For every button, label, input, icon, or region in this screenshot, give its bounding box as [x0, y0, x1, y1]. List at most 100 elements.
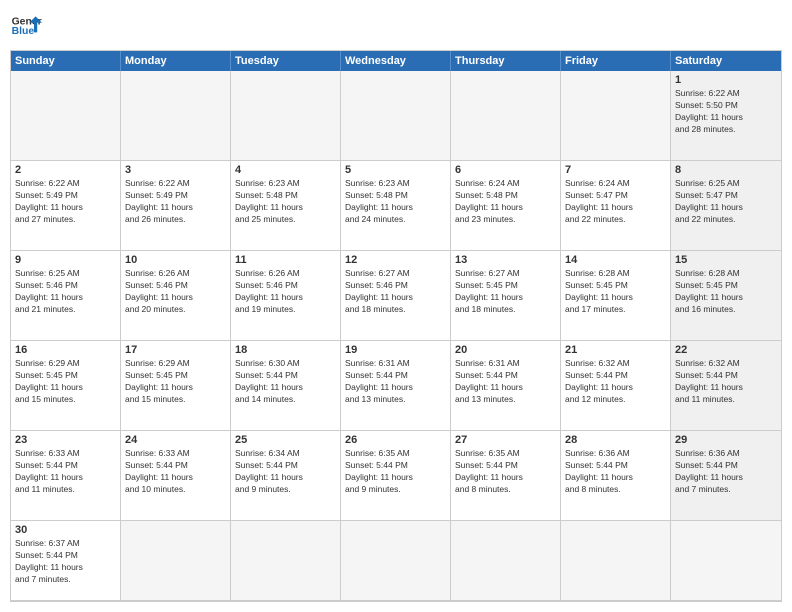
calendar-cell: 21 Sunrise: 6:32 AM Sunset: 5:44 PM Dayli… [561, 341, 671, 431]
cell-info: Sunrise: 6:24 AM Sunset: 5:48 PM Dayligh… [455, 178, 556, 226]
day-header-friday: Friday [561, 51, 671, 71]
calendar-cell: 17Sunrise: 6:29 AM Sunset: 5:45 PM Dayli… [121, 341, 231, 431]
cell-info: Sunrise: 6:28 AM Sunset: 5:45 PM Dayligh… [675, 268, 777, 316]
calendar-cell: 7 Sunrise: 6:24 AM Sunset: 5:47 PM Daylig… [561, 161, 671, 251]
day-header-tuesday: Tuesday [231, 51, 341, 71]
calendar-cell: 10 Sunrise: 6:26 AM Sunset: 5:46 PM Dayli… [121, 251, 231, 341]
cell-info: Sunrise: 6:23 AM Sunset: 5:48 PM Dayligh… [345, 178, 446, 226]
cell-info: Sunrise: 6:36 AM Sunset: 5:44 PM Dayligh… [565, 448, 666, 496]
cell-info: Sunrise: 6:26 AM Sunset: 5:46 PM Dayligh… [125, 268, 226, 316]
calendar-cell: 22 Sunrise: 6:32 AM Sunset: 5:44 PM Dayli… [671, 341, 781, 431]
cell-number: 15 [675, 254, 777, 266]
svg-text:Blue: Blue [12, 26, 35, 37]
calendar-cell: 14 Sunrise: 6:28 AM Sunset: 5:45 PM Dayli… [561, 251, 671, 341]
cell-number: 9 [15, 254, 116, 266]
cell-number: 6 [455, 164, 556, 176]
cell-number: 14 [565, 254, 666, 266]
cell-number: 2 [15, 164, 116, 176]
cell-info: Sunrise: 6:32 AM Sunset: 5:44 PM Dayligh… [565, 358, 666, 406]
calendar-cell: 23 Sunrise: 6:33 AM Sunset: 5:44 PM Dayli… [11, 431, 121, 521]
cell-info: Sunrise: 6:29 AM Sunset: 5:45 PM Dayligh… [15, 358, 116, 406]
page: General Blue SundayMondayTuesdayWednesda… [0, 0, 792, 612]
calendar: SundayMondayTuesdayWednesdayThursdayFrid… [10, 50, 782, 602]
calendar-cell: 3 Sunrise: 6:22 AM Sunset: 5:49 PM Daylig… [121, 161, 231, 251]
cell-number: 1 [675, 74, 777, 86]
cell-info: Sunrise: 6:22 AM Sunset: 5:50 PM Dayligh… [675, 88, 777, 136]
calendar-cell [671, 521, 781, 601]
calendar-cell [11, 71, 121, 161]
cell-info: Sunrise: 6:31 AM Sunset: 5:44 PM Dayligh… [455, 358, 556, 406]
calendar-cell: 2 Sunrise: 6:22 AM Sunset: 5:49 PM Daylig… [11, 161, 121, 251]
cell-number: 16 [15, 344, 116, 356]
cell-info: Sunrise: 6:28 AM Sunset: 5:45 PM Dayligh… [565, 268, 666, 316]
calendar-cell: 6 Sunrise: 6:24 AM Sunset: 5:48 PM Daylig… [451, 161, 561, 251]
calendar-cell [341, 71, 451, 161]
calendar-cell: 28 Sunrise: 6:36 AM Sunset: 5:44 PM Dayli… [561, 431, 671, 521]
calendar-cell: 4Sunrise: 6:23 AM Sunset: 5:48 PM Daylig… [231, 161, 341, 251]
calendar-cell: 1 Sunrise: 6:22 AM Sunset: 5:50 PM Daylig… [671, 71, 781, 161]
day-header-wednesday: Wednesday [341, 51, 451, 71]
cell-number: 4 [235, 164, 336, 176]
cell-info: Sunrise: 6:25 AM Sunset: 5:47 PM Dayligh… [675, 178, 777, 226]
day-header-thursday: Thursday [451, 51, 561, 71]
day-headers: SundayMondayTuesdayWednesdayThursdayFrid… [11, 51, 781, 71]
calendar-cell [121, 71, 231, 161]
cell-info: Sunrise: 6:36 AM Sunset: 5:44 PM Dayligh… [675, 448, 777, 496]
logo-icon: General Blue [10, 10, 42, 42]
calendar-cell: 30Sunrise: 6:37 AM Sunset: 5:44 PM Dayli… [11, 521, 121, 601]
cell-info: Sunrise: 6:32 AM Sunset: 5:44 PM Dayligh… [675, 358, 777, 406]
cell-number: 28 [565, 434, 666, 446]
calendar-cell: 18 Sunrise: 6:30 AM Sunset: 5:44 PM Dayli… [231, 341, 341, 431]
logo: General Blue [10, 10, 42, 42]
cell-number: 7 [565, 164, 666, 176]
calendar-cell: 8 Sunrise: 6:25 AM Sunset: 5:47 PM Daylig… [671, 161, 781, 251]
cell-number: 8 [675, 164, 777, 176]
cell-info: Sunrise: 6:24 AM Sunset: 5:47 PM Dayligh… [565, 178, 666, 226]
cell-number: 27 [455, 434, 556, 446]
calendar-cell: 11Sunrise: 6:26 AM Sunset: 5:46 PM Dayli… [231, 251, 341, 341]
calendar-cell [231, 71, 341, 161]
cell-number: 21 [565, 344, 666, 356]
calendar-cell: 15 Sunrise: 6:28 AM Sunset: 5:45 PM Dayli… [671, 251, 781, 341]
cell-number: 18 [235, 344, 336, 356]
calendar-cell [451, 71, 561, 161]
cell-number: 20 [455, 344, 556, 356]
calendar-cell [451, 521, 561, 601]
cell-info: Sunrise: 6:35 AM Sunset: 5:44 PM Dayligh… [455, 448, 556, 496]
cell-info: Sunrise: 6:27 AM Sunset: 5:46 PM Dayligh… [345, 268, 446, 316]
day-header-saturday: Saturday [671, 51, 781, 71]
cell-number: 29 [675, 434, 777, 446]
calendar-cell: 29 Sunrise: 6:36 AM Sunset: 5:44 PM Dayli… [671, 431, 781, 521]
cell-info: Sunrise: 6:29 AM Sunset: 5:45 PM Dayligh… [125, 358, 226, 406]
cell-number: 3 [125, 164, 226, 176]
calendar-cell [341, 521, 451, 601]
cell-number: 11 [235, 254, 336, 266]
calendar-cell: 5Sunrise: 6:23 AM Sunset: 5:48 PM Daylig… [341, 161, 451, 251]
cell-info: Sunrise: 6:35 AM Sunset: 5:44 PM Dayligh… [345, 448, 446, 496]
cell-number: 23 [15, 434, 116, 446]
calendar-cell: 25 Sunrise: 6:34 AM Sunset: 5:44 PM Dayli… [231, 431, 341, 521]
cell-info: Sunrise: 6:31 AM Sunset: 5:44 PM Dayligh… [345, 358, 446, 406]
cell-info: Sunrise: 6:22 AM Sunset: 5:49 PM Dayligh… [15, 178, 116, 226]
cell-number: 22 [675, 344, 777, 356]
calendar-cell: 12Sunrise: 6:27 AM Sunset: 5:46 PM Dayli… [341, 251, 451, 341]
calendar-cell [561, 521, 671, 601]
cell-number: 26 [345, 434, 446, 446]
cell-info: Sunrise: 6:22 AM Sunset: 5:49 PM Dayligh… [125, 178, 226, 226]
calendar-cell: 27 Sunrise: 6:35 AM Sunset: 5:44 PM Dayli… [451, 431, 561, 521]
day-header-sunday: Sunday [11, 51, 121, 71]
cell-number: 13 [455, 254, 556, 266]
calendar-cell [231, 521, 341, 601]
calendar-cell: 20 Sunrise: 6:31 AM Sunset: 5:44 PM Dayli… [451, 341, 561, 431]
cell-info: Sunrise: 6:34 AM Sunset: 5:44 PM Dayligh… [235, 448, 336, 496]
cell-number: 10 [125, 254, 226, 266]
cell-info: Sunrise: 6:30 AM Sunset: 5:44 PM Dayligh… [235, 358, 336, 406]
header: General Blue [10, 10, 782, 42]
cell-number: 25 [235, 434, 336, 446]
cell-info: Sunrise: 6:33 AM Sunset: 5:44 PM Dayligh… [15, 448, 116, 496]
cell-info: Sunrise: 6:27 AM Sunset: 5:45 PM Dayligh… [455, 268, 556, 316]
calendar-cell: 13 Sunrise: 6:27 AM Sunset: 5:45 PM Dayli… [451, 251, 561, 341]
day-header-monday: Monday [121, 51, 231, 71]
cell-info: Sunrise: 6:25 AM Sunset: 5:46 PM Dayligh… [15, 268, 116, 316]
cell-info: Sunrise: 6:33 AM Sunset: 5:44 PM Dayligh… [125, 448, 226, 496]
